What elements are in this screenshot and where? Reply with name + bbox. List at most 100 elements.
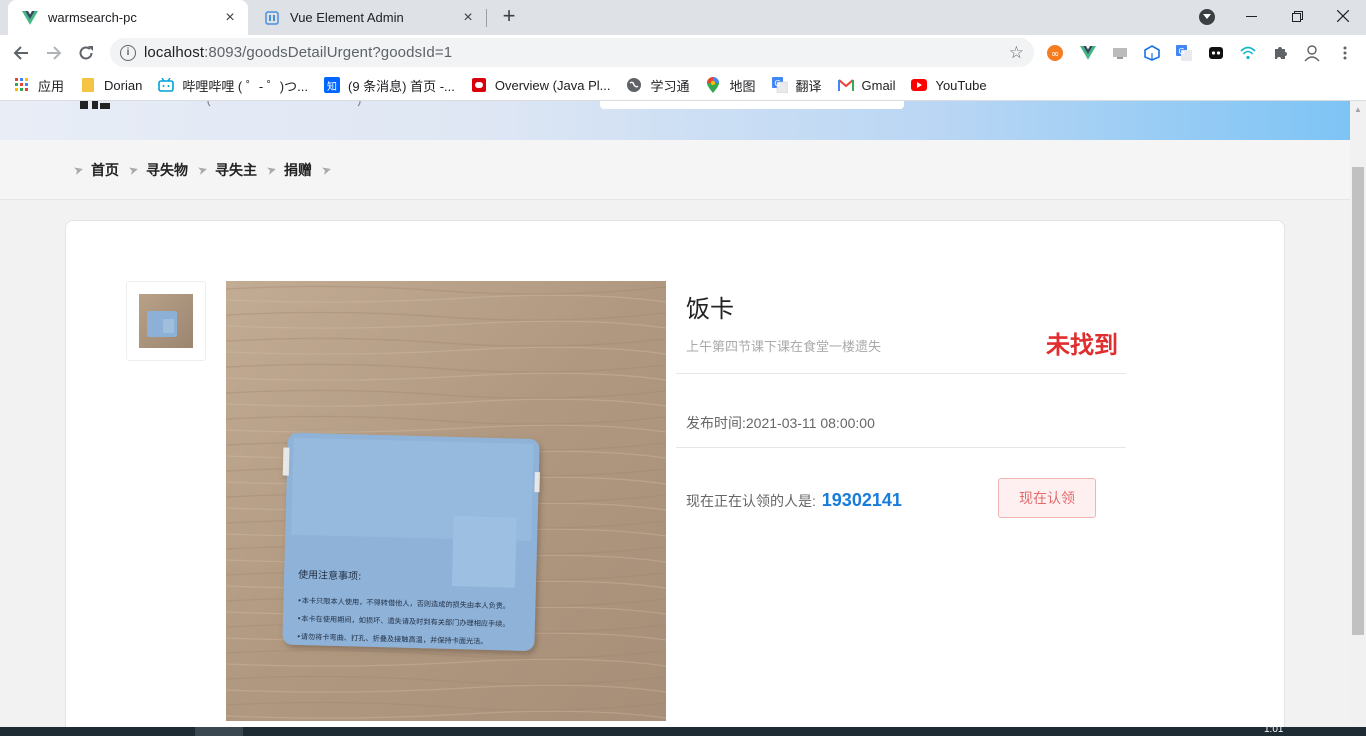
close-icon[interactable]: × [222,9,238,26]
folder-icon [80,77,96,93]
reload-icon[interactable] [73,40,99,66]
claimant-id: 19302141 [821,490,902,510]
bookmark-maps[interactable]: 地图 [705,76,756,95]
vue-devtools-icon[interactable] [1079,44,1097,62]
publish-time: 发布时间:2021-03-11 08:00:00 [686,415,875,431]
tab-separator [486,9,487,27]
gmail-icon [837,77,854,93]
thumbnail-image [139,294,193,348]
bookmark-label: Gmail [861,77,896,93]
browser-toolbar: i localhost:8093/goodsDetailUrgent?goods… [0,35,1366,70]
paper-plane-icon: ➤ [71,161,86,178]
bookmark-label: (9 条消息) 首页 -... [347,78,455,94]
nav-find-owner[interactable]: 寻失主 [215,160,257,180]
bookmark-label: 翻译 [795,78,822,94]
paper-plane-icon: ➤ [126,161,141,178]
vue-icon [22,10,38,26]
restore-icon[interactable] [1274,0,1320,32]
browser-menu-icon[interactable] [1336,44,1354,62]
translate-icon: G [771,77,788,93]
goods-thumbnail[interactable] [126,281,206,361]
site-nav: ➤ 首页 ➤ 寻失物 ➤ 寻失主 ➤ 捐赠 ➤ [0,140,1350,200]
bookmark-zhihu[interactable]: 知 (9 条消息) 首页 -... [323,76,455,95]
game-extension-icon[interactable] [1207,44,1225,62]
goods-description: 上午第四节课下课在食堂一楼遗失 [686,339,882,354]
paper-plane-icon: ➤ [195,161,210,178]
status-badge: 未找到 [1046,332,1118,359]
current-claimant: 现在正在认领的人是: 19302141 [686,490,902,511]
bookmark-star-icon[interactable]: ☆ [1009,43,1024,63]
tab-vue-element-admin[interactable]: Vue Element Admin × [250,0,486,35]
browser-tab-bar: warmsearch-pc × Vue Element Admin × + [0,0,1366,35]
screen-extension-icon[interactable] [1111,44,1129,62]
bookmark-label: Dorian [104,77,143,93]
window-close-icon[interactable] [1320,0,1366,32]
apps-grid-icon [14,77,30,93]
close-icon[interactable]: × [460,9,476,26]
goods-name: 饭卡 [686,296,734,323]
forward-arrow-icon[interactable] [41,40,67,66]
tab-search-icon[interactable] [1199,9,1215,25]
wifi-icon[interactable] [1239,44,1257,62]
tab-title: warmsearch-pc [48,10,137,25]
svg-text:G: G [1178,47,1184,56]
back-arrow-icon[interactable] [8,40,34,66]
tab-warmsearch[interactable]: warmsearch-pc × [8,0,248,35]
infinity-extension-icon[interactable]: ∞ [1046,44,1064,62]
nav-find-lost-item[interactable]: 寻失物 [146,160,188,180]
url-text: localhost:8093/goodsDetailUrgent?goodsId… [144,44,453,61]
new-tab-button[interactable]: + [498,5,520,28]
divider [676,447,1126,448]
minimize-icon[interactable] [1228,0,1274,32]
bilibili-icon [158,77,175,93]
site-logo [78,101,112,113]
svg-text:∞: ∞ [1051,49,1059,60]
header-decoration [206,101,366,111]
nav-donate[interactable]: 捐赠 [284,160,312,180]
bookmark-apps[interactable]: 应用 [14,76,64,95]
paper-plane-icon: ➤ [319,161,334,178]
header-search-box[interactable] [600,101,904,109]
site-info-icon[interactable]: i [120,44,136,61]
claim-now-button[interactable]: 现在认领 [998,478,1096,518]
nav-home[interactable]: 首页 [91,160,119,180]
goods-main-photo: 使用注意事项: •本卡只限本人使用，不得转借他人，否则造成的损失由本人负责。 •… [226,281,666,721]
bookmark-gmail[interactable]: Gmail [837,77,896,93]
page-viewport: ➤ 首页 ➤ 寻失物 ➤ 寻失主 ➤ 捐赠 ➤ 使用注意事项: •本卡只限本人使… [0,101,1350,727]
bookmark-dorian[interactable]: Dorian [80,77,142,93]
goods-detail-card: 使用注意事项: •本卡只限本人使用，不得转借他人，否则造成的损失由本人负责。 •… [65,220,1285,727]
element-admin-icon [264,10,280,26]
paper-plane-icon: ➤ [264,161,279,178]
tab-title: Vue Element Admin [290,10,404,25]
taskbar-clock: 1:01 [1264,724,1284,735]
bookmark-xuexitong[interactable]: 学习通 [626,76,689,95]
bookmark-label: 地图 [729,78,756,94]
divider [676,373,1126,374]
svg-text:G: G [774,79,780,88]
taskbar-item[interactable] [195,727,243,736]
page-scrollbar[interactable]: ▲ [1350,101,1366,727]
extensions-puzzle-icon[interactable] [1271,44,1289,62]
zhihu-icon: 知 [323,77,340,93]
bookmark-label: YouTube [935,77,987,93]
bookmark-java-overview[interactable]: Overview (Java Pl... [471,77,611,93]
youtube-icon [911,77,928,93]
cube-extension-icon[interactable] [1143,44,1161,62]
profile-avatar-icon[interactable] [1303,44,1321,62]
scrollbar-thumb[interactable] [1352,167,1364,635]
bookmark-label: 学习通 [650,78,690,94]
bookmark-bilibili[interactable]: 哔哩哔哩 ( ゜- ゜)つ... [158,76,308,95]
bookmark-label: 哔哩哔哩 ( ゜- ゜)つ... [182,78,308,94]
bookmarks-bar: 应用 Dorian 哔哩哔哩 ( ゜- ゜)つ... 知 (9 条消息) 首页 … [0,70,1366,101]
claimant-label: 现在正在认领的人是: [686,493,816,509]
bookmark-label: 应用 [38,78,65,94]
bookmark-label: Overview (Java Pl... [494,77,611,93]
scroll-up-arrow-icon[interactable]: ▲ [1350,101,1366,117]
address-bar[interactable]: i localhost:8093/goodsDetailUrgent?goods… [110,38,1034,67]
bookmark-translate[interactable]: G 翻译 [771,76,822,95]
google-translate-icon[interactable]: G [1175,44,1193,62]
site-header-banner [0,101,1350,140]
java-icon [471,77,487,93]
maps-icon [705,77,721,93]
bookmark-youtube[interactable]: YouTube [911,77,987,93]
